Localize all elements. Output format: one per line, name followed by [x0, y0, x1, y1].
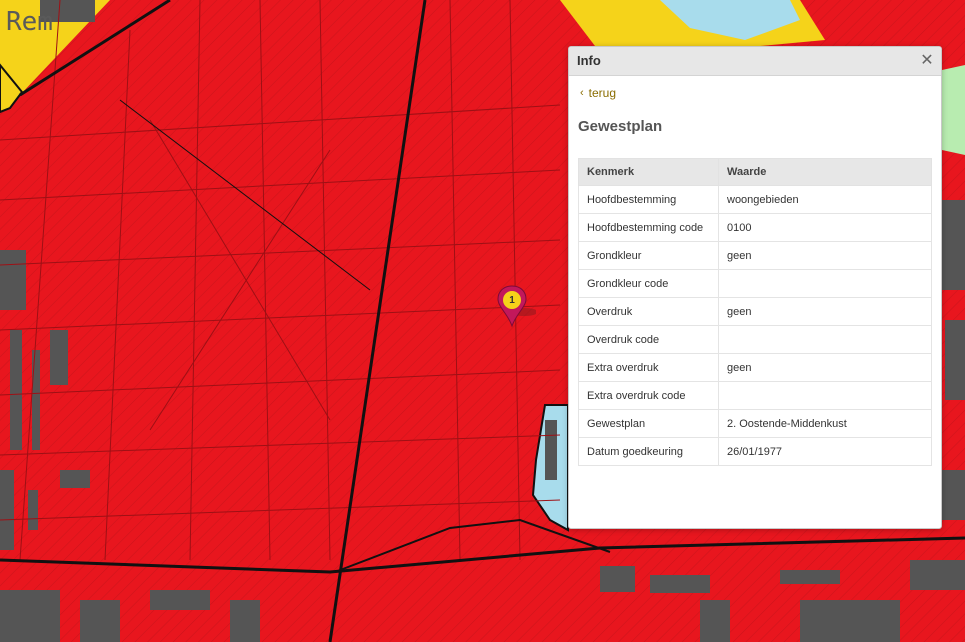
back-link[interactable]: ‹ terug — [580, 86, 616, 100]
row-key: Extra overdruk code — [578, 381, 719, 410]
row-value: geen — [718, 241, 932, 270]
chevron-left-icon: ‹ — [580, 87, 584, 99]
row-key: Gewestplan — [578, 409, 719, 438]
close-icon[interactable]: ✕ — [917, 51, 937, 71]
table-row: Grondkleur code — [578, 269, 932, 298]
row-key: Grondkleur code — [578, 269, 719, 298]
row-value: 26/01/1977 — [718, 437, 932, 466]
table-row: Extra overdruk geen — [578, 353, 932, 382]
table-row: Gewestplan 2. Oostende-Middenkust — [578, 409, 932, 438]
column-header-value: Waarde — [718, 158, 932, 186]
row-value — [718, 381, 932, 410]
table-row: Overdruk geen — [578, 297, 932, 326]
info-panel: Info ✕ ‹ terug Gewestplan Kenmerk Waarde… — [568, 46, 942, 529]
row-value: woongebieden — [718, 185, 932, 214]
table-row: Hoofdbestemming code 0100 — [578, 213, 932, 242]
row-value: geen — [718, 353, 932, 382]
panel-header: Info ✕ — [569, 47, 941, 76]
row-key: Extra overdruk — [578, 353, 719, 382]
row-value: geen — [718, 297, 932, 326]
row-value: 0100 — [718, 213, 932, 242]
table-row: Grondkleur geen — [578, 241, 932, 270]
row-key: Overdruk — [578, 297, 719, 326]
row-value — [718, 325, 932, 354]
map-zone-green — [942, 65, 965, 155]
row-value: 2. Oostende-Middenkust — [718, 409, 932, 438]
row-key: Grondkleur — [578, 241, 719, 270]
row-key: Hoofdbestemming code — [578, 213, 719, 242]
table-header-row: Kenmerk Waarde — [578, 158, 932, 186]
table-row: Extra overdruk code — [578, 381, 932, 410]
row-key: Hoofdbestemming — [578, 185, 719, 214]
table-row: Overdruk code — [578, 325, 932, 354]
location-marker[interactable]: 1 — [496, 284, 536, 330]
row-key: Datum goedkeuring — [578, 437, 719, 466]
row-key: Overdruk code — [578, 325, 719, 354]
panel-title: Info — [577, 53, 601, 68]
map-corner-label: Rem — [6, 7, 53, 37]
table-row: Hoofdbestemming woongebieden — [578, 185, 932, 214]
properties-table: Kenmerk Waarde Hoofdbestemming woongebied… — [578, 158, 932, 466]
back-link-label: terug — [588, 86, 617, 100]
table-row: Datum goedkeuring 26/01/1977 — [578, 437, 932, 466]
column-header-key: Kenmerk — [578, 158, 719, 186]
marker-number: 1 — [509, 295, 515, 306]
section-heading: Gewestplan — [578, 118, 663, 135]
row-value — [718, 269, 932, 298]
